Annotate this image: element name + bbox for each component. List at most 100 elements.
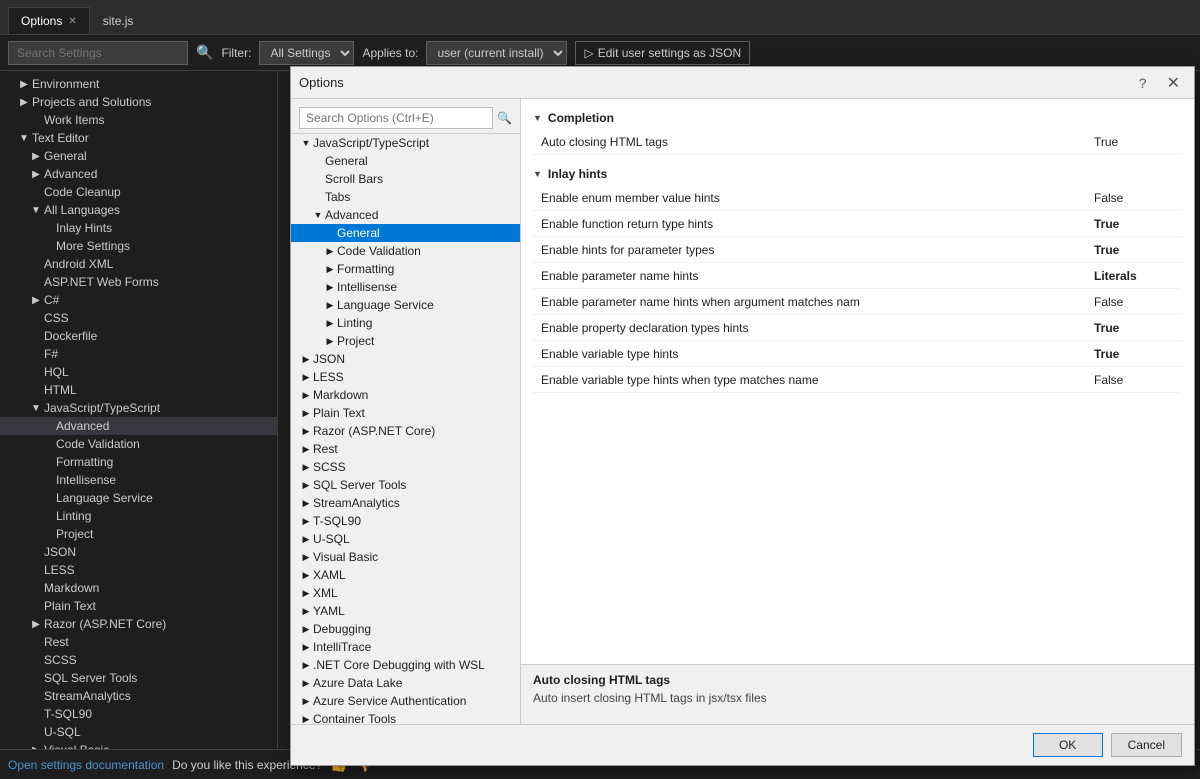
sidebar-item-html[interactable]: HTML xyxy=(0,381,277,399)
inlayhints-section-header[interactable]: ▼ Inlay hints xyxy=(533,163,1182,185)
tree-item-project[interactable]: ▶ Project xyxy=(291,332,520,350)
sidebar-item-hql[interactable]: HQL xyxy=(0,363,277,381)
sidebar-item-texteditor[interactable]: ▼ Text Editor xyxy=(0,129,277,147)
sidebar-item-tsql90[interactable]: T-SQL90 xyxy=(0,705,277,723)
setting-row-funcreturn[interactable]: Enable function return type hints True xyxy=(533,211,1182,237)
tree-item-usql[interactable]: ▶ U-SQL xyxy=(291,530,520,548)
sidebar-item-usql[interactable]: U-SQL xyxy=(0,723,277,741)
sidebar-item-plaintext[interactable]: Plain Text xyxy=(0,597,277,615)
sidebar-item-css[interactable]: CSS xyxy=(0,309,277,327)
sidebar-item-streamanalytics[interactable]: StreamAnalytics xyxy=(0,687,277,705)
tree-item-debugging[interactable]: ▶ Debugging xyxy=(291,620,520,638)
setting-row-propdecl[interactable]: Enable property declaration types hints … xyxy=(533,315,1182,341)
sidebar-item-sqlservertools[interactable]: SQL Server Tools xyxy=(0,669,277,687)
setting-row-paramtypes[interactable]: Enable hints for parameter types True xyxy=(533,237,1182,263)
sidebar-item-razor[interactable]: ▶ Razor (ASP.NET Core) xyxy=(0,615,277,633)
tree-item-advanced[interactable]: ▼ Advanced xyxy=(291,206,520,224)
setting-row-paramname[interactable]: Enable parameter name hints Literals xyxy=(533,263,1182,289)
tree-item-azureserviceauth[interactable]: ▶ Azure Service Authentication xyxy=(291,692,520,710)
sidebar-item-rest[interactable]: Rest xyxy=(0,633,277,651)
search-settings-input[interactable] xyxy=(8,41,188,65)
sidebar-item-json[interactable]: JSON xyxy=(0,543,277,561)
tree-item-containertools[interactable]: ▶ Container Tools xyxy=(291,710,520,724)
dialog-ok-button[interactable]: OK xyxy=(1033,733,1103,757)
sidebar-sqlservertools-label: SQL Server Tools xyxy=(44,671,273,685)
sidebar-item-jsts-advanced[interactable]: Advanced xyxy=(0,417,277,435)
sidebar-item-scss[interactable]: SCSS xyxy=(0,651,277,669)
tree-item-visualbasic[interactable]: ▶ Visual Basic xyxy=(291,548,520,566)
setting-row-autoclosing[interactable]: Auto closing HTML tags True xyxy=(533,129,1182,155)
tree-item-json[interactable]: ▶ JSON xyxy=(291,350,520,368)
tree-item-xaml[interactable]: ▶ XAML xyxy=(291,566,520,584)
sidebar-item-jsts[interactable]: ▼ JavaScript/TypeScript xyxy=(0,399,277,417)
setting-row-vartypematch[interactable]: Enable variable type hints when type mat… xyxy=(533,367,1182,393)
sidebar-item-jsts-langservice[interactable]: Language Service xyxy=(0,489,277,507)
sidebar-item-inlayhints[interactable]: Inlay Hints xyxy=(0,219,277,237)
sidebar-item-fsharp[interactable]: F# xyxy=(0,345,277,363)
dialog-help-button[interactable]: ? xyxy=(1133,73,1153,93)
sidebar-item-jsts-formatting[interactable]: Formatting xyxy=(0,453,277,471)
tree-item-less[interactable]: ▶ LESS xyxy=(291,368,520,386)
sidebar-item-markdown[interactable]: Markdown xyxy=(0,579,277,597)
tree-item-rest[interactable]: ▶ Rest xyxy=(291,440,520,458)
sidebar-item-jsts-codevalidation[interactable]: Code Validation xyxy=(0,435,277,453)
setting-row-enum[interactable]: Enable enum member value hints False xyxy=(533,185,1182,211)
tree-jsts-label: JavaScript/TypeScript xyxy=(313,136,429,150)
completion-section-title: Completion xyxy=(548,111,614,125)
tree-item-streamanalytics[interactable]: ▶ StreamAnalytics xyxy=(291,494,520,512)
sidebar-item-general[interactable]: ▶ General xyxy=(0,147,277,165)
tree-item-codevalidation[interactable]: ▶ Code Validation xyxy=(291,242,520,260)
tree-item-advanced-general[interactable]: General xyxy=(291,224,520,242)
search-icon[interactable]: 🔍 xyxy=(196,44,213,61)
sidebar-item-environment[interactable]: ▶ Environment xyxy=(0,75,277,93)
tree-item-xml[interactable]: ▶ XML xyxy=(291,584,520,602)
tab-options-close[interactable]: ✕ xyxy=(68,16,76,27)
tree-item-intellisense[interactable]: ▶ Intellisense xyxy=(291,278,520,296)
filter-select[interactable]: All Settings xyxy=(259,41,354,65)
edit-json-button[interactable]: ▷ Edit user settings as JSON xyxy=(575,41,750,65)
tree-item-intellitrace[interactable]: ▶ IntelliTrace xyxy=(291,638,520,656)
dialog-cancel-button[interactable]: Cancel xyxy=(1111,733,1182,757)
setting-row-paramnamematch[interactable]: Enable parameter name hints when argumen… xyxy=(533,289,1182,315)
tree-item-scrollbars[interactable]: Scroll Bars xyxy=(291,170,520,188)
sidebar-item-less[interactable]: LESS xyxy=(0,561,277,579)
sidebar-item-advanced[interactable]: ▶ Advanced xyxy=(0,165,277,183)
dialog-close-button[interactable]: ✕ xyxy=(1161,71,1186,95)
sidebar-item-jsts-project[interactable]: Project xyxy=(0,525,277,543)
sidebar-item-workitems[interactable]: Work Items xyxy=(0,111,277,129)
sidebar-item-alllanguages[interactable]: ▼ All Languages xyxy=(0,201,277,219)
tab-options[interactable]: Options ✕ xyxy=(8,7,90,34)
tree-item-tabs[interactable]: Tabs xyxy=(291,188,520,206)
sidebar-item-projects[interactable]: ▶ Projects and Solutions xyxy=(0,93,277,111)
sidebar-item-dockerfile[interactable]: Dockerfile xyxy=(0,327,277,345)
sidebar-item-jsts-linting[interactable]: Linting xyxy=(0,507,277,525)
tree-item-general[interactable]: General xyxy=(291,152,520,170)
tree-item-azuredatalake[interactable]: ▶ Azure Data Lake xyxy=(291,674,520,692)
completion-section-header[interactable]: ▼ Completion xyxy=(533,107,1182,129)
tree-item-sqlservertools[interactable]: ▶ SQL Server Tools xyxy=(291,476,520,494)
sidebar-item-moresettings[interactable]: More Settings xyxy=(0,237,277,255)
tree-item-formatting[interactable]: ▶ Formatting xyxy=(291,260,520,278)
tree-item-razor[interactable]: ▶ Razor (ASP.NET Core) xyxy=(291,422,520,440)
tree-item-markdown[interactable]: ▶ Markdown xyxy=(291,386,520,404)
tree-item-netcoredebug[interactable]: ▶ .NET Core Debugging with WSL xyxy=(291,656,520,674)
tree-item-yaml[interactable]: ▶ YAML xyxy=(291,602,520,620)
tree-item-scss[interactable]: ▶ SCSS xyxy=(291,458,520,476)
sidebar-item-androidxml[interactable]: Android XML xyxy=(0,255,277,273)
tree-item-jsts[interactable]: ▼ JavaScript/TypeScript xyxy=(291,134,520,152)
applies-select[interactable]: user (current install) xyxy=(426,41,567,65)
sidebar-item-jsts-intellisense[interactable]: Intellisense xyxy=(0,471,277,489)
tree-item-plaintext[interactable]: ▶ Plain Text xyxy=(291,404,520,422)
setting-row-vartype[interactable]: Enable variable type hints True xyxy=(533,341,1182,367)
sidebar-item-csharp[interactable]: ▶ C# xyxy=(0,291,277,309)
tree-item-langservice[interactable]: ▶ Language Service xyxy=(291,296,520,314)
open-settings-doc-link[interactable]: Open settings documentation xyxy=(8,758,164,772)
tab-sitejs[interactable]: site.js xyxy=(90,7,147,34)
dialog-controls: ? ✕ xyxy=(1133,71,1186,95)
sidebar-item-aspnetwebforms[interactable]: ASP.NET Web Forms xyxy=(0,273,277,291)
tree-item-tsql90[interactable]: ▶ T-SQL90 xyxy=(291,512,520,530)
sidebar-item-codecleanup[interactable]: Code Cleanup xyxy=(0,183,277,201)
sidebar-item-visualbasic[interactable]: ▶ Visual Basic xyxy=(0,741,277,749)
options-search-input[interactable] xyxy=(299,107,493,129)
tree-item-linting[interactable]: ▶ Linting xyxy=(291,314,520,332)
